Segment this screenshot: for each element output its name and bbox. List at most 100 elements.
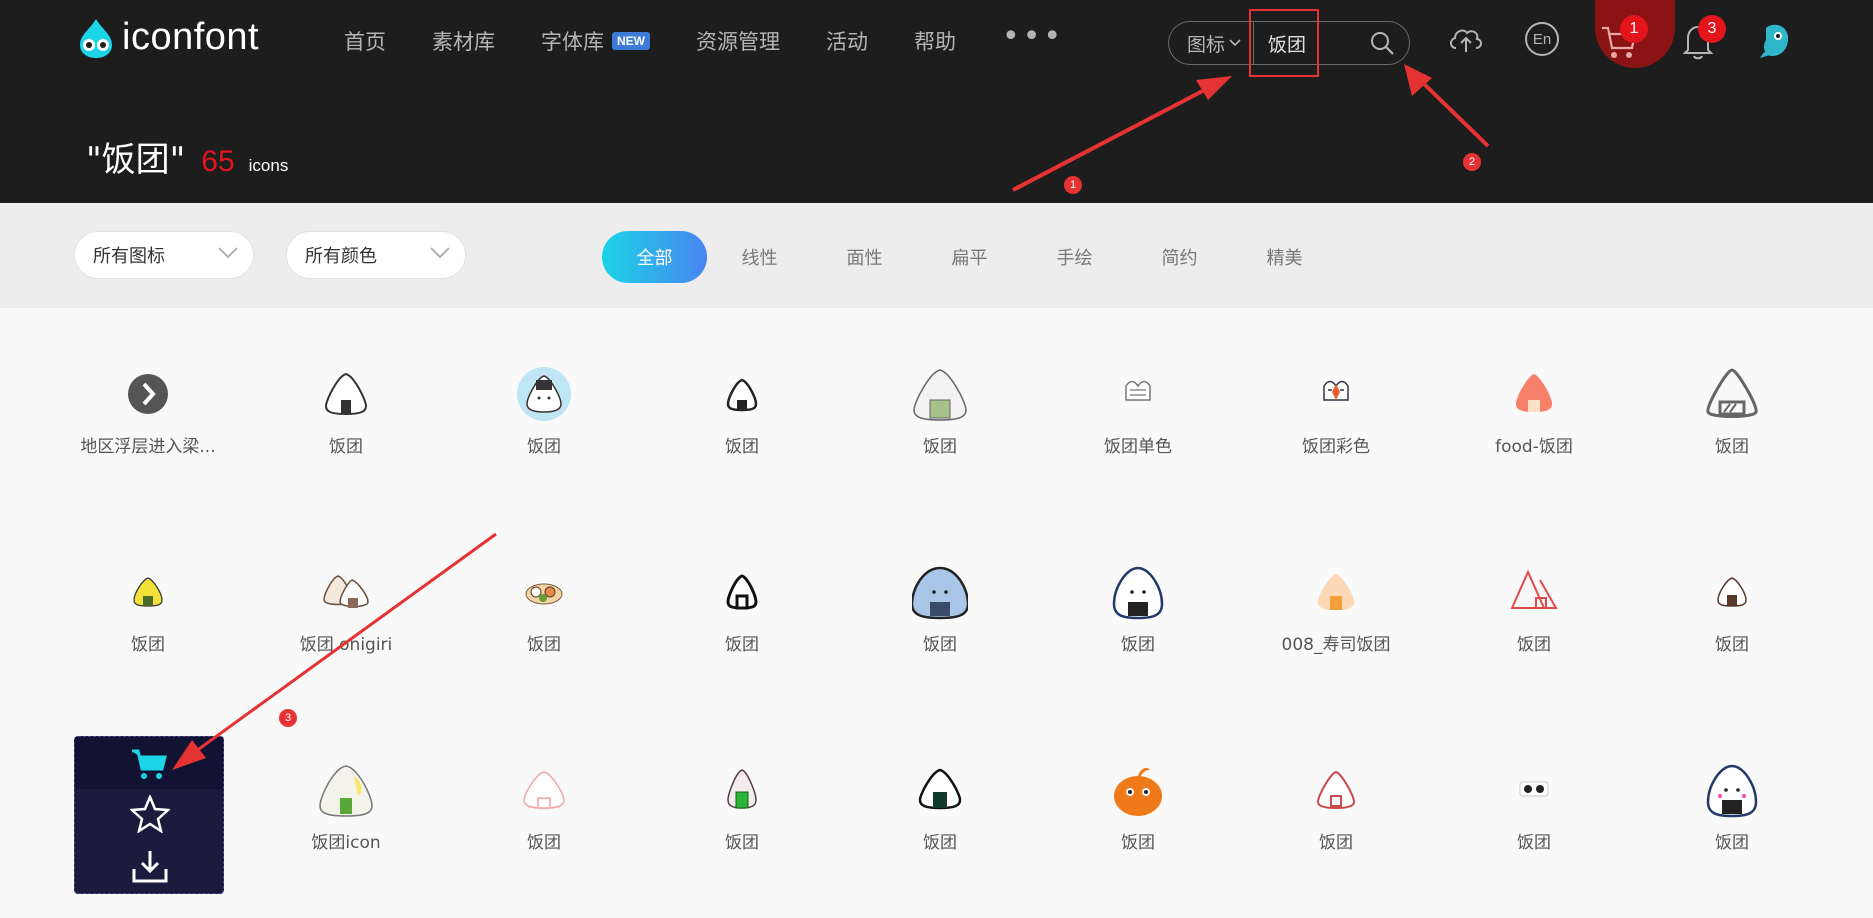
annotation-marker: 2	[1463, 153, 1481, 171]
add-to-cart-icon[interactable]	[130, 747, 170, 781]
notification-count-badge: 3	[1698, 15, 1726, 43]
icon-label: 地区浮层进入梁...	[80, 437, 216, 457]
icon-card[interactable]: 饭团	[247, 342, 445, 522]
tab-line[interactable]: 线性	[707, 231, 812, 283]
onigiri-outline-icon	[1706, 368, 1758, 418]
icon-card[interactable]: 饭团单色	[1039, 342, 1237, 522]
sushi-plate-icon	[525, 583, 563, 605]
onigiri-red-line-icon	[1316, 770, 1356, 810]
icon-card[interactable]: 饭团 onigiri	[247, 540, 445, 720]
icon-label: 饭团	[1517, 635, 1551, 655]
icon-card[interactable]: 饭团	[643, 738, 841, 918]
icon-card[interactable]: 地区浮层进入梁...	[49, 342, 247, 522]
icon-card[interactable]: 饭团	[1633, 738, 1831, 918]
annotation-marker: 1	[1064, 176, 1082, 194]
icon-card[interactable]: 饭团	[1435, 738, 1633, 918]
language-toggle[interactable]: En	[1525, 22, 1559, 56]
icon-card[interactable]: 饭团	[445, 738, 643, 918]
icon-card[interactable]: 饭团icon	[247, 738, 445, 918]
icon-hover-actions	[74, 736, 224, 894]
icon-card[interactable]: food-饭团	[1435, 342, 1633, 522]
icon-card[interactable]: 饭团	[841, 342, 1039, 522]
onigiri-yellow-icon	[133, 577, 163, 607]
icon-card[interactable]: 饭团	[1633, 342, 1831, 522]
main-nav: 首页 素材库 字体库 NEW 资源管理 活动 帮助 •••	[344, 19, 1064, 56]
nav-more-button[interactable]: •••	[1002, 19, 1064, 54]
onigiri-pink-outline-icon	[523, 771, 565, 809]
orange-mascot-icon	[1114, 768, 1162, 816]
onigiri-face-icon	[517, 367, 571, 421]
result-query: "饭团"	[86, 140, 186, 180]
icon-label: 008_寿司饭团	[1281, 635, 1391, 655]
logo-text: iconfont	[122, 16, 260, 58]
icon-card[interactable]: 饭团彩色	[1237, 342, 1435, 522]
logo[interactable]: iconfont	[76, 16, 259, 59]
icon-card[interactable]: 饭团	[841, 738, 1039, 918]
chevron-right-icon	[128, 374, 168, 414]
upload-cloud-icon[interactable]	[1446, 20, 1486, 60]
nav-materials[interactable]: 素材库	[432, 26, 495, 56]
nav-activities-label: 活动	[826, 30, 868, 54]
chevron-down-icon	[1229, 39, 1241, 47]
color-dropdown[interactable]: 所有颜色	[286, 231, 466, 279]
star-icon[interactable]	[130, 795, 170, 833]
cart-count-badge: 1	[1620, 15, 1648, 43]
icon-card[interactable]: 饭团	[445, 342, 643, 522]
icon-label: 饭团	[1121, 635, 1155, 655]
onigiri-mono-icon	[1125, 380, 1151, 401]
nav-home[interactable]: 首页	[344, 26, 386, 56]
search-type-select[interactable]: 图标	[1169, 30, 1253, 57]
tab-simple[interactable]: 简约	[1127, 231, 1232, 283]
icon-label: 饭团	[923, 833, 957, 853]
onigiri-blue-icon	[912, 566, 968, 620]
icon-card[interactable]: 饭团	[643, 540, 841, 720]
icon-card[interactable]: 饭团	[643, 342, 841, 522]
onigiri-eyes-icon	[1519, 781, 1549, 797]
icon-label: 饭团	[131, 635, 165, 655]
tab-all[interactable]: 全部	[602, 231, 707, 283]
user-avatar[interactable]	[1758, 22, 1792, 60]
result-unit: icons	[248, 156, 289, 175]
tab-hand-drawn[interactable]: 手绘	[1022, 231, 1127, 283]
icon-label: 饭团	[725, 833, 759, 853]
icon-card[interactable]: 饭团	[1435, 540, 1633, 720]
nav-materials-label: 素材库	[432, 30, 495, 54]
icon-card[interactable]: 饭团	[1039, 540, 1237, 720]
onigiri-cute-icon	[1706, 764, 1758, 818]
icon-label: 饭团	[1517, 833, 1551, 853]
color-dropdown-label: 所有颜色	[305, 246, 377, 267]
icon-card[interactable]: 饭团	[1039, 738, 1237, 918]
nav-activities[interactable]: 活动	[826, 26, 868, 56]
search-icon[interactable]	[1369, 30, 1395, 56]
icon-type-dropdown[interactable]: 所有图标	[74, 231, 254, 279]
search-type-label: 图标	[1187, 33, 1226, 56]
icon-label: 饭团单色	[1104, 437, 1172, 457]
onigiri-bold-icon	[726, 574, 758, 610]
icon-card[interactable]: 008_寿司饭团	[1237, 540, 1435, 720]
icon-label: 饭团	[527, 833, 561, 853]
nav-resources-label: 资源管理	[696, 30, 780, 54]
icon-card[interactable]: 饭团	[49, 540, 247, 720]
icon-label: 饭团	[725, 635, 759, 655]
onigiri-brown-icon	[1717, 577, 1747, 607]
nav-fonts[interactable]: 字体库 NEW	[541, 26, 650, 56]
icon-label: 饭团	[1715, 635, 1749, 655]
nav-resources[interactable]: 资源管理	[696, 26, 780, 56]
sushi-onigiri-icon	[1318, 574, 1354, 610]
icon-label: 饭团	[923, 437, 957, 457]
onigiri-icon	[913, 369, 967, 421]
icon-card[interactable]: 饭团	[1237, 738, 1435, 918]
tab-fill[interactable]: 面性	[812, 231, 917, 283]
nav-help[interactable]: 帮助	[914, 26, 956, 56]
icon-card[interactable]: 饭团	[841, 540, 1039, 720]
icon-card[interactable]: 饭团	[1633, 540, 1831, 720]
tab-exquisite[interactable]: 精美	[1232, 231, 1337, 283]
search-input-highlight	[1249, 9, 1319, 77]
filter-bar: 所有图标 所有颜色 全部 线性 面性 扁平 手绘 简约 精美	[0, 203, 1873, 308]
nav-fonts-label: 字体库	[541, 30, 604, 54]
tab-flat[interactable]: 扁平	[917, 231, 1022, 283]
search-result-title: "饭团" 65 icons	[86, 132, 288, 181]
download-icon[interactable]	[130, 847, 170, 885]
icon-label: 饭团	[527, 635, 561, 655]
icon-card[interactable]: 饭团	[445, 540, 643, 720]
